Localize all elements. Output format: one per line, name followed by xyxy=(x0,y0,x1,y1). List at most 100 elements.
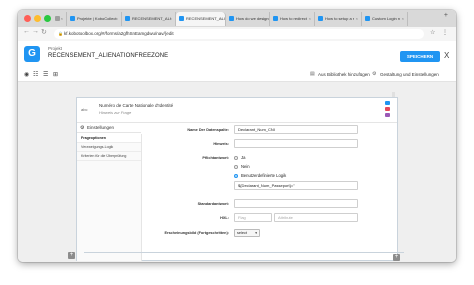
favicon-icon xyxy=(229,16,234,21)
required-no-label: Nein xyxy=(241,164,250,169)
browser-tab[interactable]: × xyxy=(52,12,67,26)
form-settings-button[interactable]: ⚙ Gestaltung und Einstellungen xyxy=(372,68,439,81)
project-label: Projekt xyxy=(48,46,63,51)
radio-selected-icon xyxy=(234,173,238,178)
radio-circle-icon xyxy=(234,164,238,169)
library-chip-icon[interactable] xyxy=(385,113,390,117)
data-column-label: Name Der Datenspalte: xyxy=(187,128,229,132)
default-input[interactable] xyxy=(234,199,358,208)
add-from-library-label: Aus Bibliothek hinzufügen xyxy=(318,72,370,77)
browser-tab[interactable]: Custom Login n × xyxy=(362,12,408,26)
browser-tab[interactable]: How to redirect × xyxy=(270,12,315,26)
form-toolbar: ◉ ☷ ☰ ⊞ ▤ Aus Bibliothek hinzufügen ⚙ Ge… xyxy=(18,68,456,82)
close-tab-icon[interactable]: × xyxy=(356,12,358,26)
url-text: kf.kobotoolbox.org/#/forms/a2gfhSnEamgdw… xyxy=(64,31,174,36)
hint-input[interactable] xyxy=(234,139,358,148)
tab-strip: × Projekte | KoboCollect × RECENSEMENT_ALI ×… xyxy=(18,10,456,27)
tab-question-options[interactable]: Frageoptionen xyxy=(77,134,141,143)
text-type-icon: abc xyxy=(81,107,88,112)
close-tab-icon[interactable]: × xyxy=(116,12,118,26)
extensions-icon[interactable]: ☆ xyxy=(430,29,435,36)
hxl-attribute-input[interactable]: Attribute xyxy=(274,213,358,222)
tab-validation[interactable]: Kriterien für die Überprüfung xyxy=(77,152,141,161)
browser-tab[interactable]: RECENSEMENT_ALI × xyxy=(122,12,176,26)
close-tab-icon[interactable]: × xyxy=(61,12,63,26)
tab-label: How to redirect xyxy=(280,16,307,21)
close-tab-icon[interactable]: × xyxy=(170,12,172,26)
reload-icon[interactable]: ↻ xyxy=(41,28,47,36)
form-settings-label: Gestaltung und Einstellungen xyxy=(380,72,439,77)
tab-label: Projekte | KoboCollect xyxy=(77,16,117,21)
favicon-icon xyxy=(318,16,323,21)
required-yes-radio[interactable]: Ja xyxy=(234,155,245,160)
add-question-end-button[interactable]: + xyxy=(393,254,400,261)
settings-toggle[interactable]: ⚙ Einstellungen xyxy=(77,123,141,133)
question-settings: ⚙ Einstellungen Frageoptionen Verzweigun… xyxy=(77,122,397,261)
favicon-icon xyxy=(179,16,184,21)
settings-chip-icon[interactable] xyxy=(385,101,390,105)
close-tab-icon[interactable]: × xyxy=(402,12,404,26)
appearance-label: Erscheinungsbild (Fortgeschritten): xyxy=(164,231,229,235)
delete-chip-icon[interactable] xyxy=(385,107,390,111)
menu-icon[interactable]: ⋮ xyxy=(442,29,448,36)
close-tab-icon[interactable]: × xyxy=(264,12,266,26)
app-header: G Projekt RECENSEMENT_ALIENATIONFREEZONE… xyxy=(18,41,456,69)
back-icon[interactable]: ← xyxy=(23,28,30,35)
tab-label: RECENSEMENT_ALI xyxy=(132,16,171,21)
required-custom-label: Benutzerdefinierte Logik xyxy=(241,173,287,178)
appearance-select[interactable]: select ▾ xyxy=(234,229,260,237)
custom-logic-input[interactable]: ${Declarant_Num_Passeport}='' xyxy=(234,181,358,190)
kobo-logo[interactable]: G xyxy=(24,46,40,62)
browser-tab[interactable]: Projekte | KoboCollect × xyxy=(67,12,122,26)
layout-icon[interactable]: ⊞ xyxy=(53,71,58,78)
tab-label: How to setup a r xyxy=(325,16,355,21)
project-name[interactable]: RECENSEMENT_ALIENATIONFREEZONE xyxy=(48,53,168,59)
appearance-select-value: select xyxy=(237,231,247,235)
chevron-down-icon: ▾ xyxy=(255,231,257,235)
zoom-window-button[interactable] xyxy=(44,15,51,22)
required-no-radio[interactable]: Nein xyxy=(234,164,250,169)
address-bar[interactable]: 🔒 kf.kobotoolbox.org/#/forms/a2gfhSnEamg… xyxy=(54,29,424,39)
close-tab-icon[interactable]: × xyxy=(220,12,222,26)
gear-icon: ⚙ xyxy=(372,71,377,77)
default-label: Standardantwort: xyxy=(197,202,229,206)
group-icon[interactable]: ☰ xyxy=(43,71,48,78)
minimize-window-button[interactable] xyxy=(34,15,41,22)
library-icon: ▤ xyxy=(310,71,315,77)
data-column-input[interactable]: Declarant_Num_CNI xyxy=(234,125,358,134)
gear-icon: ⚙ xyxy=(80,125,85,131)
favicon-icon xyxy=(125,16,130,21)
add-from-library-button[interactable]: ▤ Aus Bibliothek hinzufügen xyxy=(310,68,370,81)
tab-label: Custom Login n xyxy=(372,16,401,21)
forward-icon[interactable]: → xyxy=(32,28,39,35)
favicon-icon xyxy=(55,16,60,21)
radio-circle-icon xyxy=(234,155,238,160)
browser-tab[interactable]: How to setup a r × xyxy=(315,12,362,26)
grid-view-icon[interactable]: ☷ xyxy=(33,71,38,78)
required-custom-radio[interactable]: Benutzerdefinierte Logik xyxy=(234,173,286,178)
close-icon[interactable]: X xyxy=(444,51,449,60)
question-hint[interactable]: Hinweis zur Frage xyxy=(99,110,131,115)
settings-sidebar: Frageoptionen Verzweigungs-Logik Kriteri… xyxy=(77,134,142,261)
new-tab-button[interactable]: + xyxy=(444,12,448,19)
question-label[interactable]: Numéro de Carte Nationale d'Identité xyxy=(99,103,173,108)
required-yes-label: Ja xyxy=(241,155,246,160)
question-card: abc Numéro de Carte Nationale d'Identité… xyxy=(76,97,398,261)
save-button[interactable]: SPEICHERN xyxy=(400,51,440,62)
hxl-label: HXL: xyxy=(220,216,229,220)
browser-tab[interactable]: How do we design × xyxy=(226,12,270,26)
favicon-icon xyxy=(273,16,278,21)
hxl-tag-input[interactable]: Flag xyxy=(234,213,272,222)
question-header[interactable]: abc Numéro de Carte Nationale d'Identité… xyxy=(77,98,397,120)
browser-tab[interactable]: RECENSEMENT_ALI × xyxy=(176,12,226,26)
required-label: Pflichtantwort: xyxy=(202,156,229,160)
close-tab-icon[interactable]: × xyxy=(309,12,311,26)
preview-icon[interactable]: ◉ xyxy=(24,71,29,78)
form-canvas: abc Numéro de Carte Nationale d'Identité… xyxy=(18,82,456,262)
browser-toolbar: ← → ↻ 🔒 kf.kobotoolbox.org/#/forms/a2gfh… xyxy=(18,27,456,42)
close-window-button[interactable] xyxy=(24,15,31,22)
favicon-icon xyxy=(70,16,75,21)
add-question-button[interactable]: + xyxy=(68,252,75,259)
tab-skip-logic[interactable]: Verzweigungs-Logik xyxy=(77,143,141,152)
group-end-line xyxy=(84,252,404,257)
